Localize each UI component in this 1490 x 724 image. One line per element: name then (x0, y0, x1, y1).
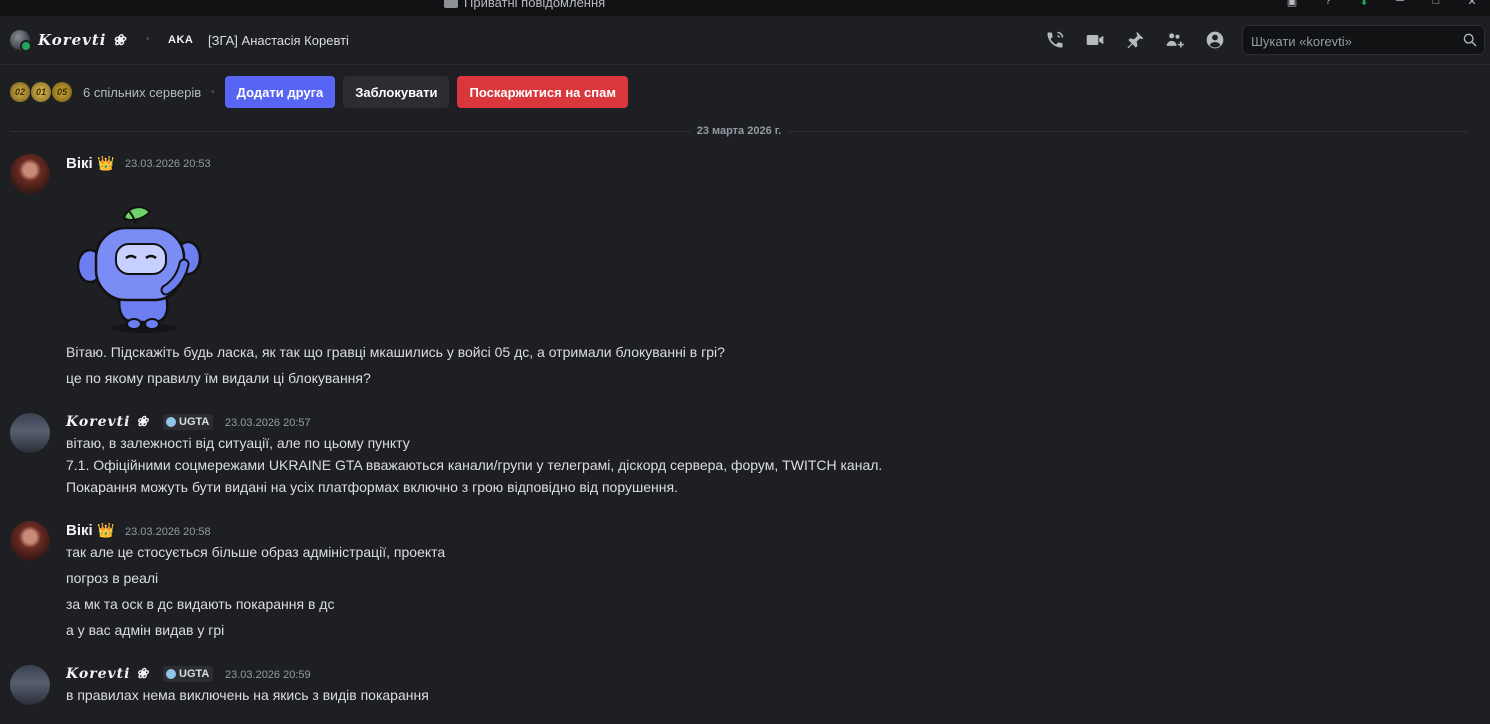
message-text: 7.1. Офіційними соцмережами UKRAINE GTA … (66, 457, 883, 473)
server-tag-label: UGTA (179, 668, 210, 680)
block-button[interactable]: Заблокувати (343, 76, 450, 108)
add-friends-to-dm-icon[interactable] (1164, 29, 1186, 51)
message-text: це по якому правилу їм видали ці блокува… (66, 370, 371, 386)
inbox-icon[interactable]: ▣ (1274, 0, 1310, 8)
download-icon[interactable]: ⬇ (1346, 0, 1382, 8)
mutual-server-icon[interactable]: 02 (10, 82, 30, 102)
message-timestamp: 23.03.2026 20:58 (125, 526, 211, 538)
window-titlebar: Приватні повідомлення ▣ ? ⬇ ─ □ ✕ (0, 0, 1490, 16)
heart-icon (166, 669, 176, 679)
dm-icon (444, 0, 458, 8)
mutual-server-icon[interactable]: 05 (52, 82, 72, 102)
server-tag-badge[interactable]: UGTA (163, 414, 214, 430)
avatar[interactable] (10, 413, 50, 453)
search-box[interactable] (1242, 25, 1485, 56)
separator-dot: • (211, 86, 215, 98)
voice-call-icon[interactable] (1044, 29, 1066, 51)
mutual-server-icon[interactable]: 01 (31, 82, 51, 102)
message-text: погроз в реалі (66, 570, 159, 586)
crown-badge-icon: 👑 (97, 522, 115, 538)
server-tag-badge[interactable]: UGTA (163, 666, 214, 682)
window-title-text: Приватні повідомлення (464, 0, 606, 10)
message-text: в правилах нема виключень на якись з вид… (66, 687, 429, 703)
avatar[interactable] (10, 521, 50, 561)
message-text: Вітаю. Підскажіть будь ласка, як так що … (66, 344, 725, 360)
header-display-name[interactable]: Korevti ❀ (38, 31, 126, 49)
server-tag-label: UGTA (179, 416, 210, 428)
window-title: Приватні повідомлення (444, 0, 605, 10)
header-avatar[interactable] (10, 30, 32, 52)
search-input[interactable] (1243, 26, 1463, 56)
heart-icon (166, 417, 176, 427)
message-text: а у вас адмін видав у грі (66, 622, 225, 638)
header-separator: • (146, 34, 150, 45)
minimize-icon[interactable]: ─ (1382, 0, 1418, 8)
close-icon[interactable]: ✕ (1454, 0, 1490, 8)
mutual-servers-link[interactable]: 6 спільних серверів (83, 85, 201, 100)
message-author[interactable]: Korevti ❀ (66, 666, 149, 682)
date-divider: 23 марта 2026 г. (10, 125, 1468, 137)
avatar[interactable] (10, 154, 50, 194)
message-timestamp: 23.03.2026 20:59 (225, 669, 311, 681)
message-text: Покарання можуть бути видані на усіх пла… (66, 479, 678, 495)
message-timestamp: 23.03.2026 20:57 (225, 417, 311, 429)
message-text: так але це стосується більше образ адмін… (66, 544, 446, 560)
help-icon[interactable]: ? (1310, 0, 1346, 8)
pin-icon[interactable] (1124, 29, 1146, 51)
wumpus-sticker[interactable] (72, 200, 208, 336)
dm-header: Korevti ❀ • AKA [ЗГА] Анастасія Коревті (0, 16, 1490, 65)
date-divider-label: 23 марта 2026 г. (690, 125, 788, 137)
user-profile-icon[interactable] (1204, 29, 1226, 51)
message-author[interactable]: Korevti ❀ (66, 414, 149, 430)
profile-actions-bar: 02 01 05 6 спільних серверів • Додати др… (10, 76, 636, 108)
add-friend-button[interactable]: Додати друга (224, 76, 336, 108)
avatar[interactable] (10, 665, 50, 705)
message-text: за мк та оск в дс видають покарання в дс (66, 596, 335, 612)
guild-tag[interactable]: AKA (168, 34, 193, 46)
maximize-icon[interactable]: □ (1418, 0, 1454, 8)
message-timestamp: 23.03.2026 20:53 (125, 158, 211, 170)
message-author[interactable]: Вікі (66, 155, 93, 172)
guild-nickname: [ЗГА] Анастасія Коревті (208, 33, 349, 48)
search-icon (1463, 33, 1477, 47)
report-spam-button[interactable]: Поскаржитися на спам (457, 76, 628, 108)
crown-badge-icon: 👑 (97, 155, 115, 171)
online-status-icon (20, 40, 32, 52)
message-text: вітаю, в залежності від ситуації, але по… (66, 435, 410, 451)
video-call-icon[interactable] (1084, 29, 1106, 51)
message-author[interactable]: Вікі (66, 522, 93, 539)
